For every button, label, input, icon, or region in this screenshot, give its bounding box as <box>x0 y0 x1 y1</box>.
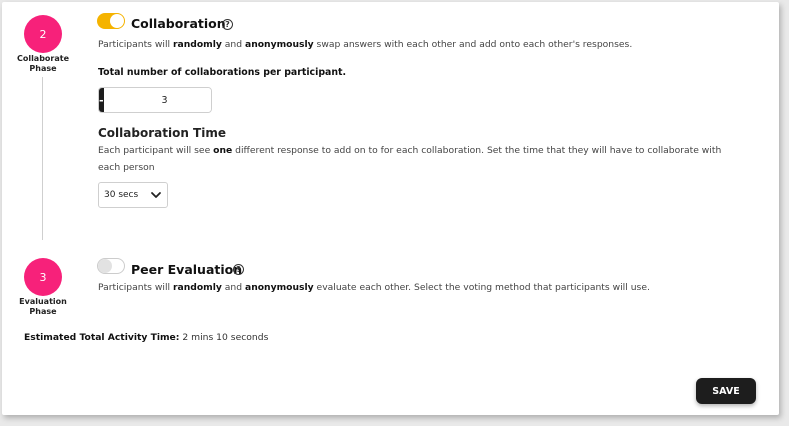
toggle-knob <box>98 259 112 273</box>
collaboration-toggle[interactable] <box>97 13 125 29</box>
save-button[interactable]: SAVE <box>696 378 756 404</box>
question-circle-icon[interactable]: ? <box>233 264 244 275</box>
phase-2-number-badge: 2 <box>24 15 62 53</box>
peer-evaluation-title: Peer Evaluation <box>131 262 243 277</box>
activity-settings-card: 2 Collaborate Phase Collaboration ? Part… <box>2 2 779 415</box>
phase-3-number-badge: 3 <box>24 258 62 296</box>
phase-2-label: Collaborate Phase <box>16 54 70 73</box>
estimated-time-label: Estimated Total Activity Time: <box>24 332 180 343</box>
collaboration-title: Collaboration <box>131 16 226 31</box>
collaboration-time-select[interactable]: 30 secs <box>98 182 168 208</box>
collaboration-description: Participants will randomly and anonymous… <box>98 39 633 50</box>
collaboration-count-label: Total number of collaborations per parti… <box>98 67 347 78</box>
phase-3-number: 3 <box>39 270 47 284</box>
phase-2-number: 2 <box>39 27 47 41</box>
collaboration-count-stepper: - + <box>98 87 212 113</box>
estimated-time-value: 2 mins 10 seconds <box>179 332 269 343</box>
question-circle-icon[interactable]: ? <box>222 19 233 30</box>
phase-3-label: Evaluation Phase <box>19 297 67 316</box>
toggle-knob <box>110 14 124 28</box>
collaboration-time-value: 30 secs <box>104 190 139 200</box>
peer-evaluation-toggle[interactable] <box>97 258 125 274</box>
peer-evaluation-description: Participants will randomly and anonymous… <box>98 282 650 293</box>
estimated-activity-time: Estimated Total Activity Time: 2 mins 10… <box>24 332 268 343</box>
chevron-down-icon <box>151 192 161 198</box>
collaboration-time-description: Each participant will see one different … <box>98 145 722 173</box>
collaboration-count-input[interactable] <box>103 88 211 112</box>
phase-timeline-connector <box>42 77 43 240</box>
collaboration-time-title: Collaboration Time <box>98 126 226 140</box>
